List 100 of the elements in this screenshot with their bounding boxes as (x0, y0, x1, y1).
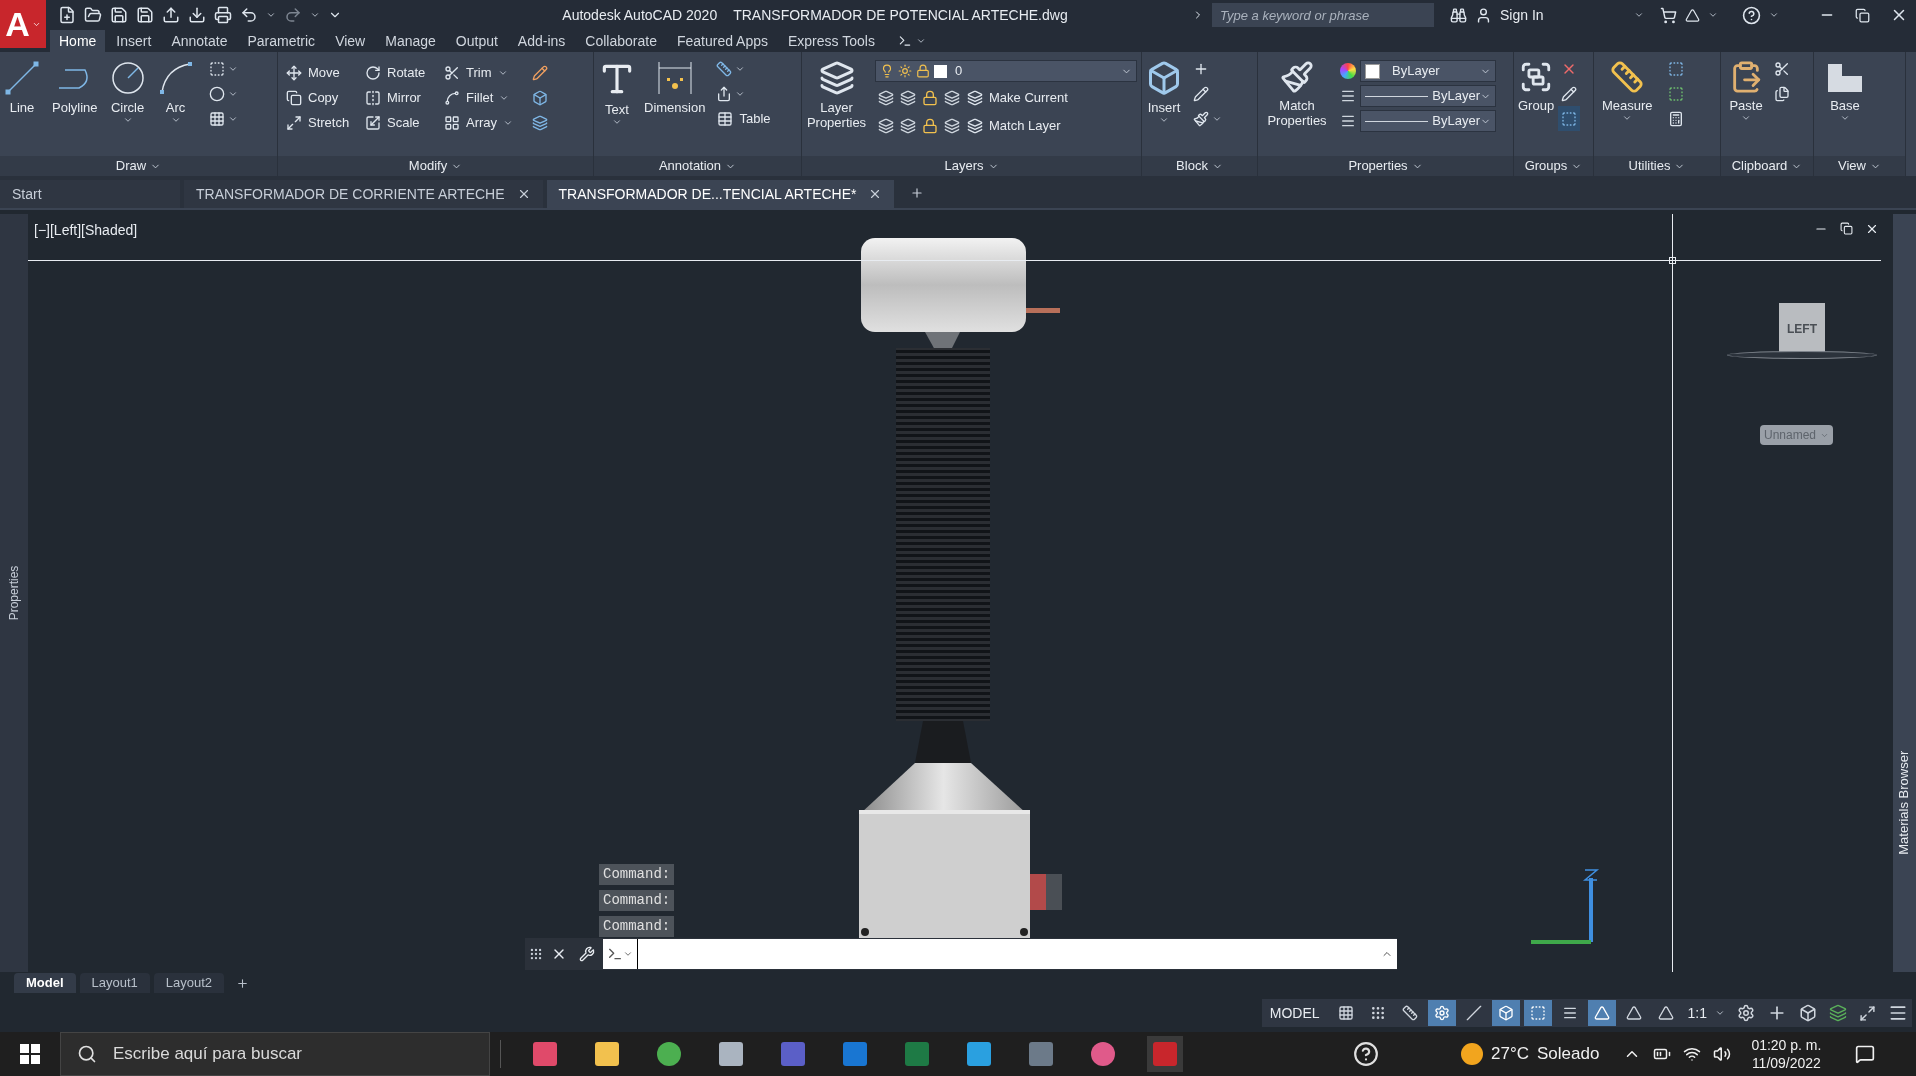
base-view-button[interactable]: Base (1826, 56, 1864, 123)
modify-tool-button[interactable]: Move (282, 60, 357, 85)
materials-browser-palette[interactable]: Materials Browser (1893, 214, 1916, 972)
taskbar-search-field[interactable]: Escribe aquí para buscar (113, 1033, 473, 1075)
volume-icon[interactable] (1713, 1045, 1732, 1063)
file-tab[interactable]: TRANSFORMADOR DE...TENCIAL ARTECHE* (546, 180, 895, 208)
panel-title[interactable]: Groups (1514, 156, 1593, 176)
layer-properties-button[interactable]: Layer Properties (806, 56, 867, 138)
property-dropdown[interactable]: ByLayer (1360, 85, 1496, 107)
new-tab-icon[interactable] (910, 186, 925, 200)
download-icon[interactable] (188, 6, 206, 24)
ribbon-tab[interactable]: Featured Apps (667, 30, 777, 52)
save-icon[interactable] (110, 6, 128, 24)
caret-icon[interactable] (623, 949, 633, 959)
property-dropdown[interactable]: ByLayer (1360, 60, 1496, 82)
layer-dropdown[interactable]: 0 (875, 60, 1137, 82)
ribbon-tab[interactable]: Express Tools (779, 30, 884, 52)
file-tab[interactable]: Start (0, 180, 180, 208)
properties-palette[interactable]: Properties (0, 214, 28, 972)
wifi-icon[interactable] (1683, 1045, 1702, 1063)
annotation-scale-button[interactable]: 1:1 (1683, 1000, 1711, 1026)
new-file-icon[interactable] (58, 6, 76, 24)
cart-icon[interactable] (1660, 6, 1677, 24)
layout-tab[interactable]: Model (14, 973, 76, 993)
ribbon-tab[interactable]: View (326, 30, 375, 52)
text-tool-button[interactable]: Text (598, 56, 636, 131)
dimension-tool-button[interactable]: Dimension (644, 56, 706, 131)
save-as-icon[interactable] (136, 6, 154, 24)
ribbon-tab[interactable]: Add-ins (508, 30, 575, 52)
panel-title[interactable]: Annotation (594, 156, 801, 176)
panel-title[interactable]: Layers (802, 156, 1141, 176)
draw-tool-button[interactable]: Polyline (52, 56, 98, 131)
group-button[interactable]: Group (1518, 56, 1555, 131)
drag-handle-icon[interactable] (529, 947, 543, 961)
layout-tab[interactable]: Layout2 (153, 973, 225, 993)
upload-icon[interactable] (162, 6, 180, 24)
clock-time[interactable]: 01:20 p. m. (1751, 1036, 1822, 1054)
clock-date[interactable]: 11/09/2022 (1751, 1054, 1821, 1072)
draw-tool-button[interactable]: Arc (157, 56, 194, 131)
modify-tool-button[interactable]: Trim (440, 60, 525, 85)
print-icon[interactable] (214, 6, 232, 24)
customization-menu-icon[interactable] (1888, 1003, 1908, 1023)
redo-icon[interactable] (284, 6, 302, 24)
status-toggle-icon[interactable] (1523, 1000, 1552, 1026)
layer-tool-button[interactable]: Match Layer (963, 113, 1065, 138)
model-space-button[interactable]: MODEL (1261, 999, 1328, 1027)
workspace-icon[interactable] (1737, 1004, 1755, 1022)
ribbon-tab[interactable]: Parametric (238, 30, 325, 52)
ribbon-tab[interactable]: Home (50, 30, 106, 52)
modify-tool-button[interactable]: Fillet (440, 85, 525, 110)
user-icon[interactable] (1475, 6, 1492, 24)
draw-tool-button[interactable]: Line (4, 56, 40, 131)
table-button[interactable]: Table (713, 106, 775, 131)
add-layout-icon[interactable] (236, 976, 250, 990)
taskbar-search-box[interactable]: Escribe aquí para buscar (60, 1032, 490, 1076)
notifications-icon[interactable] (1855, 1044, 1876, 1064)
terminal-icon[interactable] (607, 946, 623, 962)
undo-icon[interactable] (240, 6, 258, 24)
help-icon[interactable] (1742, 5, 1761, 25)
panel-title[interactable]: Properties (1258, 156, 1513, 176)
viewport-controls-label[interactable]: [−][Left][Shaded] (34, 220, 138, 241)
fullscreen-icon[interactable] (1859, 1004, 1876, 1022)
panel-title[interactable]: Modify (278, 156, 593, 176)
modify-tool-button[interactable]: Mirror (361, 85, 436, 110)
help-app-icon[interactable] (1353, 1041, 1379, 1067)
modify-tool-button[interactable]: Rotate (361, 60, 436, 85)
property-dropdown[interactable]: ByLayer (1360, 110, 1496, 132)
customize-wrench-icon[interactable] (579, 946, 595, 962)
layout-tab[interactable]: Layout1 (79, 973, 150, 993)
status-toggle-icon[interactable] (1587, 1000, 1616, 1026)
group-select-icon[interactable] (1558, 106, 1581, 131)
panel-title[interactable]: Clipboard (1721, 156, 1813, 176)
ribbon-tab[interactable]: Insert (107, 30, 161, 52)
panel-title[interactable]: View (1814, 156, 1905, 176)
ribbon-tab[interactable]: Annotate (162, 30, 237, 52)
weather-condition[interactable]: Soleado (1537, 1041, 1600, 1067)
match-properties-button[interactable]: Match Properties (1262, 56, 1332, 132)
modify-tool-button[interactable]: Scale (361, 110, 436, 135)
sign-in-button[interactable]: Sign In (1500, 4, 1626, 26)
draw-tool-button[interactable]: Circle (109, 56, 146, 131)
viewcube-compass-ring[interactable] (1727, 351, 1877, 359)
open-folder-icon[interactable] (84, 6, 102, 24)
ribbon-tab[interactable]: Manage (376, 30, 445, 52)
viewport-restore-icon[interactable] (1840, 222, 1853, 235)
status-toggle-icon[interactable] (1491, 1000, 1520, 1026)
status-toggle-icon[interactable] (1427, 1000, 1456, 1026)
ribbon-tab[interactable]: Output (446, 30, 507, 52)
restore-icon[interactable] (1855, 7, 1870, 23)
measure-button[interactable]: Measure (1602, 56, 1653, 131)
viewport-close-icon[interactable] (1865, 222, 1879, 236)
application-menu-button[interactable]: A (0, 0, 46, 48)
modify-tool-button[interactable]: Array (440, 110, 525, 135)
paste-button[interactable]: Paste (1729, 56, 1763, 123)
layer-tool-button[interactable]: Make Current (963, 85, 1072, 110)
panel-title[interactable]: Utilities (1594, 156, 1720, 176)
windows-start-icon[interactable] (20, 1044, 40, 1064)
temperature[interactable]: 27°C (1491, 1041, 1529, 1067)
binoculars-icon[interactable] (1450, 6, 1467, 24)
panel-title[interactable]: Block (1142, 156, 1257, 176)
search-icon[interactable] (77, 1044, 97, 1064)
